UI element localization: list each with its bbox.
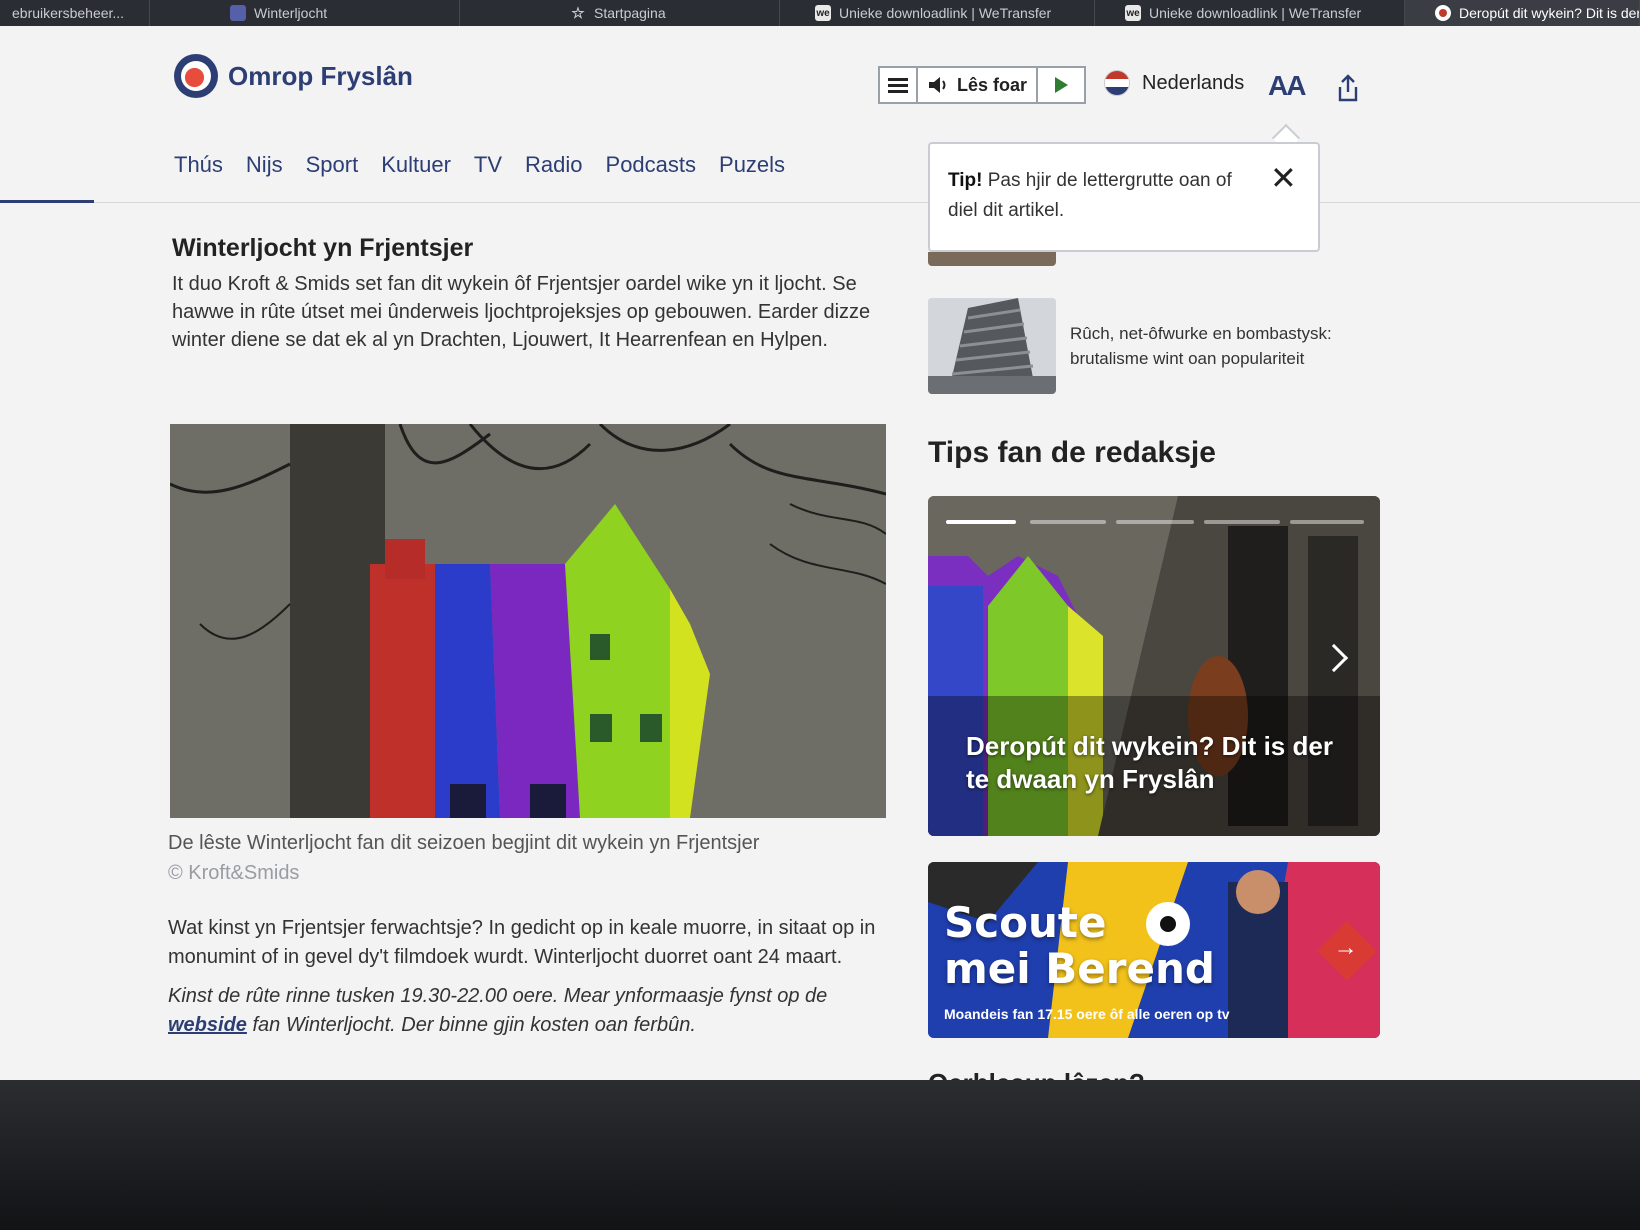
tip-label: Tip! <box>948 170 983 191</box>
omrop-icon <box>1435 5 1451 21</box>
related-article-thumbnail-partial[interactable] <box>928 252 1056 266</box>
featured-carousel-card[interactable]: Deropút dit wykein? Dit is der te dwaan … <box>928 496 1380 836</box>
language-label: Nederlands <box>1142 71 1245 94</box>
read-aloud-label: Lês foar <box>956 74 1028 95</box>
browser-tab-wetransfer-2[interactable]: we Unieke downloadlink | WeTransfer <box>1095 0 1405 26</box>
language-selector[interactable]: Nederlands <box>1104 70 1244 96</box>
site-logo[interactable]: Omrop Fryslân <box>174 54 413 98</box>
webside-link[interactable]: webside <box>168 1014 247 1036</box>
carousel-card-title: Deropút dit wykein? Dit is der te dwaan … <box>966 731 1333 794</box>
related-article-title: Rûch, net-ôfwurke en bombastysk: brutali… <box>1070 324 1332 368</box>
omrop-logo-icon <box>174 54 218 98</box>
browser-tab-wetransfer-1[interactable]: we Unieke downloadlink | WeTransfer <box>780 0 1095 26</box>
wetransfer-icon: we <box>815 5 831 21</box>
laptop-bezel <box>0 1080 1640 1230</box>
font-size-icon: AA <box>1268 70 1306 101</box>
tab-title: ebruikersbeheer... <box>12 5 125 21</box>
tab-title: Startpagina <box>594 5 666 21</box>
dutch-flag-icon <box>1104 70 1130 96</box>
tab-title: Winterljocht <box>254 5 328 21</box>
brutalism-building-thumbnail <box>928 298 1056 394</box>
next-section-heading: Oerbleaun lêzen? <box>928 1068 1168 1080</box>
browser-tab-deroput[interactable]: Deropút dit wykein? Dit is der <box>1405 0 1640 26</box>
browser-tab-strip: ebruikersbeheer... Winterljocht ☆ Startp… <box>0 0 1640 26</box>
wetransfer-icon: we <box>1125 5 1141 21</box>
page-icon <box>230 5 246 21</box>
tips-section-title: Tips fan de redaksje <box>928 436 1216 469</box>
nav-item-puzels[interactable]: Puzels <box>719 152 785 178</box>
tab-title: Deropút dit wykein? Dit is der <box>1459 5 1640 21</box>
nav-item-kultuer[interactable]: Kultuer <box>381 152 451 178</box>
promo-title-line-2: mei Berend <box>944 944 1215 993</box>
play-icon <box>1055 77 1068 93</box>
browser-tab-winterljocht[interactable]: Winterljocht <box>150 0 460 26</box>
note-text-after: fan Winterljocht. Der binne gjin kosten … <box>246 1014 696 1036</box>
browser-tab-startpagina[interactable]: ☆ Startpagina <box>460 0 780 26</box>
next-section-heading-partial: Oerbleaun lêzen? <box>928 1066 1168 1080</box>
article-title: Winterljocht yn Frjentsjer <box>172 234 474 262</box>
main-nav: Thús Nijs Sport Kultuer TV Radio Podcast… <box>174 152 785 178</box>
nav-item-radio[interactable]: Radio <box>525 152 582 178</box>
close-icon[interactable]: ✕ <box>1270 162 1297 194</box>
carousel-progress-1 <box>946 520 1016 524</box>
article-hero-image[interactable] <box>170 424 886 818</box>
article-paragraph: Wat kinst yn Frjentsjer ferwachtsje? In … <box>168 917 876 968</box>
nav-active-indicator <box>0 200 94 203</box>
article-note: Kinst de rûte rinne tusken 19.30-22.00 o… <box>168 982 888 1040</box>
note-text-before: Kinst de rûte rinne tusken 19.30-22.00 o… <box>168 985 828 1007</box>
carousel-progress-5 <box>1290 520 1364 524</box>
carousel-progress-2 <box>1030 520 1106 524</box>
nav-item-sport[interactable]: Sport <box>306 152 359 178</box>
nav-item-tv[interactable]: TV <box>474 152 502 178</box>
image-caption: De lêste Winterljocht fan dit seizoen be… <box>168 832 760 854</box>
article-lead: It duo Kroft & Smids set fan dit wykein … <box>172 273 871 351</box>
tip-popover: Tip! Pas hjir de lettergrutte oan of die… <box>928 142 1320 252</box>
nav-item-thus[interactable]: Thús <box>174 152 223 178</box>
read-aloud-toolbar: Lês foar <box>878 66 1086 104</box>
promo-banner[interactable]: Scoute mei Berend Moandeis fan 17.15 oer… <box>928 862 1380 1038</box>
nav-divider <box>0 202 1640 203</box>
menu-button[interactable] <box>880 68 918 102</box>
read-aloud-button[interactable]: Lês foar <box>918 68 1038 102</box>
carousel-progress-3 <box>1116 520 1194 524</box>
web-page: Omrop Fryslân Lês foar Nederlands AA Thú… <box>0 26 1640 1080</box>
image-credit: © Kroft&Smids <box>168 862 300 884</box>
nav-item-podcasts[interactable]: Podcasts <box>606 152 697 178</box>
font-size-button[interactable]: AA <box>1268 70 1306 102</box>
browser-tab-users[interactable]: ebruikersbeheer... <box>0 0 150 26</box>
share-icon[interactable] <box>1336 74 1360 102</box>
speaker-icon <box>928 77 946 93</box>
carousel-progress-4 <box>1204 520 1280 524</box>
promo-subtitle: Moandeis fan 17.15 oere ôf alle oeren op… <box>944 1006 1230 1022</box>
star-icon: ☆ <box>571 5 585 22</box>
promo-title-line-1: Scoute <box>944 898 1107 947</box>
promo-title: Scoute mei Berend <box>944 900 1215 992</box>
tab-title: Unieke downloadlink | WeTransfer <box>839 5 1052 21</box>
related-article[interactable]: Rûch, net-ôfwurke en bombastysk: brutali… <box>928 298 1370 394</box>
arrow-right-icon: → <box>1333 934 1358 962</box>
hamburger-icon <box>888 78 908 93</box>
play-button[interactable] <box>1038 68 1084 102</box>
logo-text: Omrop Fryslân <box>228 60 413 91</box>
winterljocht-projection-photo <box>170 424 886 818</box>
tab-title: Unieke downloadlink | WeTransfer <box>1149 5 1362 21</box>
nav-item-nijs[interactable]: Nijs <box>246 152 283 178</box>
tip-text: Pas hjir de lettergrutte oan of diel dit… <box>948 170 1232 221</box>
